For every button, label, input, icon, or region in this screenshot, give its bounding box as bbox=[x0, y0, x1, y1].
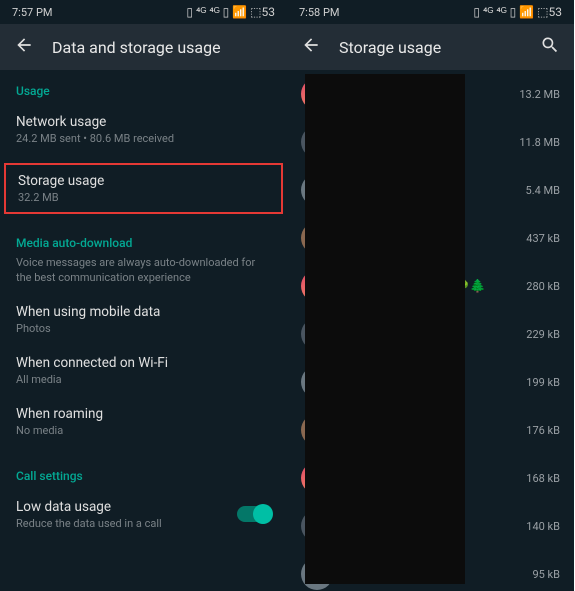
status-bar: 7:57 PM ▯ ⁴ᴳ ⁴ᴳ ▯ 📶 ⬚53 bbox=[0, 0, 287, 24]
wifi-item[interactable]: When connected on Wi-Fi All media bbox=[0, 345, 287, 396]
chat-size: 280 kB bbox=[526, 280, 560, 293]
item-sub: No media bbox=[16, 424, 271, 437]
left-screen: 7:57 PM ▯ ⁴ᴳ ⁴ᴳ ▯ 📶 ⬚53 Data and storage… bbox=[0, 0, 287, 591]
app-bar: Data and storage usage bbox=[0, 24, 287, 70]
mobile-data-item[interactable]: When using mobile data Photos bbox=[0, 294, 287, 345]
item-title: When using mobile data bbox=[16, 304, 271, 320]
low-data-item[interactable]: Low data usage Reduce the data used in a… bbox=[0, 489, 287, 540]
redaction-overlay bbox=[305, 74, 465, 584]
item-title: When roaming bbox=[16, 406, 271, 422]
chat-size: 168 kB bbox=[526, 472, 560, 485]
item-title: Network usage bbox=[16, 114, 271, 130]
item-sub: All media bbox=[16, 373, 271, 386]
item-sub: 24.2 MB sent • 80.6 MB received bbox=[16, 132, 271, 145]
chat-size: 229 kB bbox=[526, 328, 560, 341]
item-title: Low data usage bbox=[16, 499, 237, 515]
app-bar: Storage usage bbox=[287, 24, 574, 70]
chat-size: 437 kB bbox=[526, 232, 560, 245]
right-screen: 7:58 PM ▯ ⁴ᴳ ⁴ᴳ ▯ 📶 ⬚53 Storage usage 13… bbox=[287, 0, 574, 591]
status-icons: ▯ ⁴ᴳ ⁴ᴳ ▯ 📶 ⬚53 bbox=[473, 5, 562, 19]
search-icon[interactable] bbox=[540, 35, 560, 59]
chat-size: 199 kB bbox=[526, 376, 560, 389]
roaming-item[interactable]: When roaming No media bbox=[0, 396, 287, 447]
back-icon[interactable] bbox=[14, 35, 34, 59]
network-usage-item[interactable]: Network usage 24.2 MB sent • 80.6 MB rec… bbox=[0, 104, 287, 155]
chat-size: 11.8 MB bbox=[519, 136, 560, 149]
storage-usage-highlight: Storage usage 32.2 MB bbox=[4, 163, 283, 214]
status-icons: ▯ ⁴ᴳ ⁴ᴳ ▯ 📶 ⬚53 bbox=[186, 5, 275, 19]
item-title: Storage usage bbox=[18, 173, 269, 189]
page-title: Storage usage bbox=[339, 38, 522, 57]
item-sub: Photos bbox=[16, 322, 271, 335]
chat-size: 5.4 MB bbox=[526, 184, 560, 197]
item-sub: 32.2 MB bbox=[18, 191, 269, 204]
item-sub: Reduce the data used in a call bbox=[16, 517, 237, 530]
back-icon[interactable] bbox=[301, 35, 321, 59]
chat-size: 13.2 MB bbox=[519, 88, 560, 101]
autodl-desc: Voice messages are always auto-downloade… bbox=[0, 256, 287, 294]
section-autodl: Media auto-download bbox=[0, 222, 287, 256]
item-title: When connected on Wi-Fi bbox=[16, 355, 271, 371]
section-usage: Usage bbox=[0, 70, 287, 104]
chat-size: 140 kB bbox=[526, 520, 560, 533]
clock: 7:57 PM bbox=[12, 6, 52, 19]
chat-size: 95 kB bbox=[532, 568, 560, 581]
settings-content: Usage Network usage 24.2 MB sent • 80.6 … bbox=[0, 70, 287, 591]
chat-size: 176 kB bbox=[526, 424, 560, 437]
status-bar: 7:58 PM ▯ ⁴ᴳ ⁴ᴳ ▯ 📶 ⬚53 bbox=[287, 0, 574, 24]
page-title: Data and storage usage bbox=[52, 38, 273, 57]
section-calls: Call settings bbox=[0, 455, 287, 489]
storage-usage-item[interactable]: Storage usage 32.2 MB bbox=[6, 165, 281, 212]
low-data-toggle[interactable] bbox=[237, 506, 271, 522]
clock: 7:58 PM bbox=[299, 6, 339, 19]
